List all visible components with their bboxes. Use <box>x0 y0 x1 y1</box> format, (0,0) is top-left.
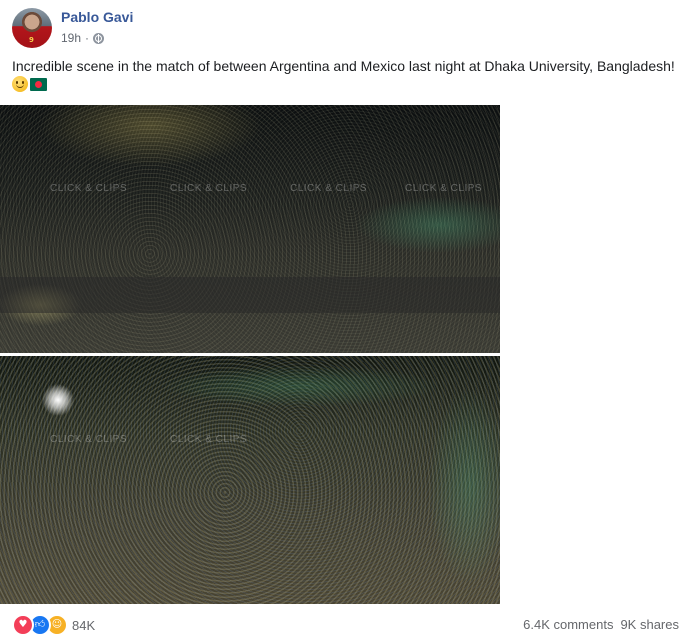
post-emojis <box>12 76 47 92</box>
comments-count-link[interactable]: 6.4K comments <box>523 617 613 632</box>
watermark-text: CLICK & CLIPS <box>170 434 248 445</box>
watermark-text: CLICK & CLIPS <box>170 183 248 194</box>
globe-icon[interactable] <box>93 32 105 44</box>
love-icon: ♥ <box>12 614 34 636</box>
reactions-summary[interactable]: ♥ 👍︎ ☺ 84K <box>12 614 95 636</box>
author-name-link[interactable]: Pablo Gavi <box>61 9 133 25</box>
post-timestamp[interactable]: 19h <box>61 31 81 45</box>
post-meta: 19h · <box>61 31 105 45</box>
watermark-text: CLICK & CLIPS <box>290 183 368 194</box>
shares-count-link[interactable]: 9K shares <box>620 617 679 632</box>
avatar-shirt-number: 9 <box>29 36 34 44</box>
watermark-text: CLICK & CLIPS <box>405 183 483 194</box>
watermark-text: CLICK & CLIPS <box>50 183 128 194</box>
watermark-band <box>0 277 500 313</box>
watermark-text: CLICK & CLIPS <box>50 434 128 445</box>
bangladesh-flag-icon <box>30 78 47 91</box>
author-avatar[interactable]: 9 <box>12 8 52 48</box>
post-text: Incredible scene in the match of between… <box>12 58 675 74</box>
post-photo-2[interactable] <box>0 356 500 604</box>
post-photo-1[interactable] <box>0 105 500 353</box>
reaction-count: 84K <box>72 617 96 633</box>
facebook-post: 9 Pablo Gavi 19h · Incredible scene in t… <box>0 0 685 639</box>
engagement-stats: 6.4K comments 9K shares <box>523 617 679 632</box>
smiling-face-icon <box>12 76 28 92</box>
meta-separator: · <box>85 31 90 45</box>
